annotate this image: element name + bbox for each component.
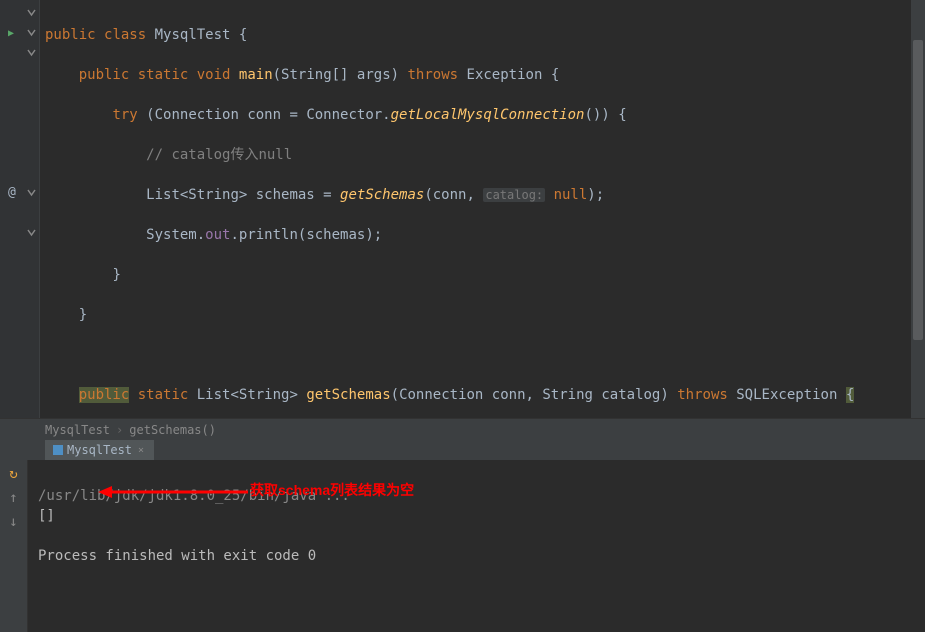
fold-icon[interactable]	[26, 27, 36, 37]
close-icon[interactable]: ×	[136, 445, 146, 455]
fold-icon[interactable]	[26, 7, 36, 17]
fold-icon[interactable]	[26, 47, 36, 57]
editor-area: ▶ @ public class MysqlTest { public stat…	[0, 0, 925, 418]
tool-window-body: ↻ ↑ ↓ /usr/lib/jdk/jdk1.8.0_25/bin/java …	[0, 460, 925, 632]
code-editor[interactable]: public class MysqlTest { public static v…	[40, 0, 911, 418]
fold-icon[interactable]	[26, 187, 36, 197]
tool-window-tabs: MysqlTest ×	[0, 440, 925, 460]
annotation-arrow	[98, 486, 248, 498]
java-icon	[53, 445, 63, 455]
breadcrumb-item[interactable]: getSchemas()	[129, 423, 216, 437]
scrollbar-thumb[interactable]	[913, 40, 923, 340]
tool-window-toolbar: ↻ ↑ ↓	[0, 460, 28, 632]
editor-gutter: ▶ @	[0, 0, 40, 418]
up-icon[interactable]: ↑	[6, 490, 22, 506]
breadcrumb: MysqlTest › getSchemas()	[0, 418, 925, 440]
rerun-icon[interactable]: ↻	[6, 466, 22, 482]
run-tab[interactable]: MysqlTest ×	[45, 440, 154, 460]
down-icon[interactable]: ↓	[6, 514, 22, 530]
tab-label: MysqlTest	[67, 443, 132, 457]
fold-icon[interactable]	[26, 227, 36, 237]
console-output[interactable]: /usr/lib/jdk/jdk1.8.0_25/bin/java ... []…	[28, 460, 925, 632]
chevron-right-icon: ›	[116, 423, 123, 437]
annotation-text: 获取schema列表结果为空	[250, 480, 414, 500]
run-icon[interactable]: ▶	[4, 26, 18, 40]
run-tool-window: MysqlTest × ↻ ↑ ↓ /usr/lib/jdk/jdk1.8.0_…	[0, 440, 925, 564]
breadcrumb-item[interactable]: MysqlTest	[45, 423, 110, 437]
vertical-scrollbar[interactable]	[911, 0, 925, 418]
override-icon[interactable]: @	[8, 185, 16, 200]
